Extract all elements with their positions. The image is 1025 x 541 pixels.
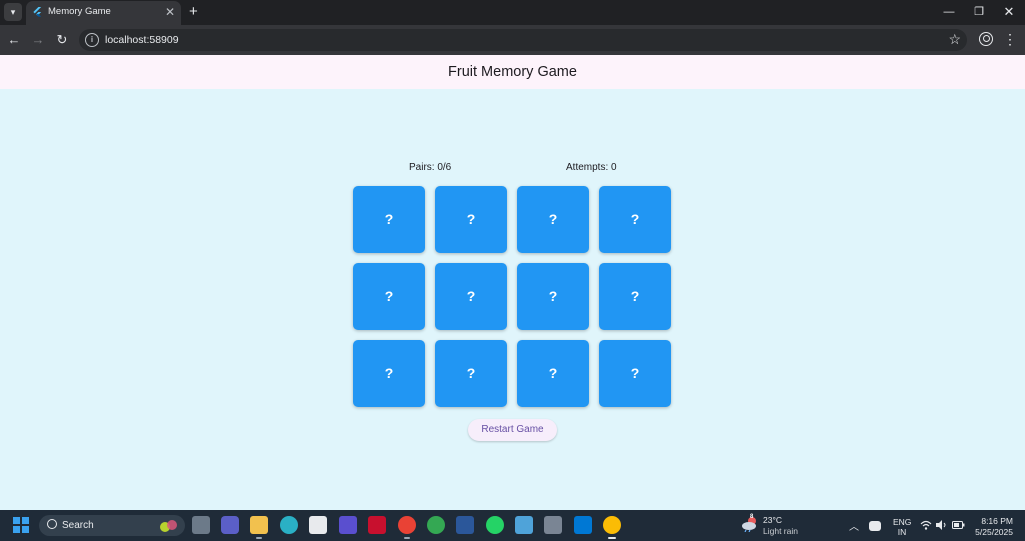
system-clock[interactable]: 8:16 PM 5/25/2025: [973, 516, 1013, 538]
weather-widget[interactable]: 8 23°C Light rain: [741, 514, 803, 537]
forward-arrow-icon[interactable]: →: [28, 30, 48, 50]
memory-card[interactable]: ?: [517, 186, 589, 253]
back-arrow-icon[interactable]: ←: [4, 30, 24, 50]
memory-card[interactable]: ?: [599, 186, 671, 253]
app-icon[interactable]: [339, 516, 357, 534]
restore-icon[interactable]: ❐: [964, 3, 994, 21]
windows-start-icon[interactable]: [13, 517, 29, 533]
browser-toolbar: ← → ↻ i localhost:58909 ☆ ⋮: [0, 25, 1025, 55]
search-icon: [47, 519, 57, 529]
battery-icon[interactable]: [952, 521, 965, 529]
memory-card[interactable]: ?: [435, 263, 507, 330]
site-info-icon[interactable]: i: [85, 33, 99, 47]
chrome-icon[interactable]: [603, 516, 621, 539]
tab-title: Memory Game: [48, 6, 111, 17]
flutter-icon: [33, 7, 42, 17]
wifi-icon[interactable]: [920, 520, 932, 530]
weather-temperature: 23°C: [763, 515, 782, 525]
memory-card[interactable]: ?: [353, 340, 425, 407]
chrome-icon[interactable]: [398, 516, 416, 539]
mcafee-icon[interactable]: [368, 516, 386, 534]
restart-game-button[interactable]: Restart Game: [468, 419, 557, 441]
browser-tab-strip: ▾ Memory Game ✕ + — ❐ ✕: [0, 0, 1025, 25]
page-title: Fruit Memory Game: [448, 64, 577, 80]
memory-card[interactable]: ?: [517, 340, 589, 407]
whatsapp-icon[interactable]: [486, 516, 504, 534]
onedrive-icon[interactable]: [869, 521, 881, 531]
attempts-counter: Attempts: 0: [566, 162, 617, 173]
memory-card[interactable]: ?: [599, 340, 671, 407]
taskbar-search[interactable]: Search: [39, 515, 185, 536]
memory-card[interactable]: ?: [517, 263, 589, 330]
tab-close-icon[interactable]: ✕: [165, 5, 175, 19]
store-icon[interactable]: [309, 516, 327, 534]
teams-icon[interactable]: [221, 516, 239, 534]
calculator-icon[interactable]: [544, 516, 562, 534]
bookmark-star-icon[interactable]: ☆: [948, 31, 961, 48]
file-explorer-icon[interactable]: [250, 516, 268, 539]
weather-description: Light rain: [763, 526, 798, 536]
task-view-icon[interactable]: [192, 516, 210, 534]
search-placeholder: Search: [62, 520, 94, 531]
word-icon[interactable]: [456, 516, 474, 534]
new-tab-button[interactable]: +: [189, 3, 198, 21]
memory-card[interactable]: ?: [435, 340, 507, 407]
clock-time: 8:16 PM: [981, 516, 1013, 526]
window-close-icon[interactable]: ✕: [994, 3, 1024, 21]
memory-card[interactable]: ?: [599, 263, 671, 330]
notepad-icon[interactable]: [515, 516, 533, 534]
app-page: Fruit Memory Game Pairs: 0/6 Attempts: 0…: [0, 55, 1025, 510]
clock-date: 5/25/2025: [975, 527, 1013, 537]
taskbar: Search 8 23°C Light rain ︿ ENG IN 8:16 P…: [0, 510, 1025, 541]
url-text[interactable]: localhost:58909: [105, 34, 179, 46]
kebab-menu-icon[interactable]: ⋮: [1003, 31, 1017, 47]
language-code: ENG: [893, 517, 912, 527]
chevron-up-icon[interactable]: ︿: [849, 518, 859, 533]
reload-icon[interactable]: ↻: [52, 30, 72, 50]
memory-card[interactable]: ?: [435, 186, 507, 253]
minimize-icon[interactable]: —: [934, 3, 964, 21]
region-code: IN: [897, 527, 907, 537]
memory-card[interactable]: ?: [353, 186, 425, 253]
language-indicator[interactable]: ENG IN: [893, 517, 911, 537]
app-bar: Fruit Memory Game: [0, 55, 1025, 89]
volume-icon[interactable]: [936, 520, 947, 530]
memory-card[interactable]: ?: [353, 263, 425, 330]
chrome-icon[interactable]: [427, 516, 445, 534]
vscode-icon[interactable]: [574, 516, 592, 534]
tab-search-icon[interactable]: ▾: [4, 3, 22, 21]
pairs-counter: Pairs: 0/6: [409, 162, 452, 173]
search-highlight-icon: [160, 520, 177, 532]
profile-icon[interactable]: [979, 32, 993, 46]
weather-badge: 8: [750, 514, 754, 520]
edge-icon[interactable]: [280, 516, 298, 534]
tab-memory-game[interactable]: Memory Game ✕: [26, 1, 181, 25]
address-bar[interactable]: i localhost:58909 ☆: [79, 29, 967, 51]
